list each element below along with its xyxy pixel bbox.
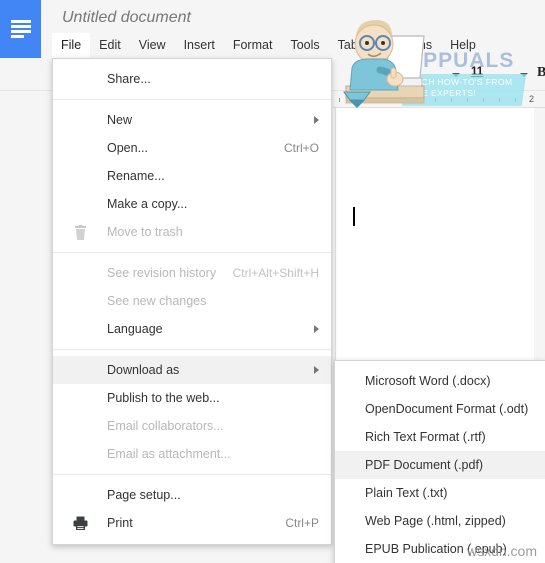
menu-item-download-as[interactable]: Download as: [53, 356, 331, 384]
chevron-down-icon[interactable]: [452, 73, 460, 77]
submenu-item-plain-text-txt[interactable]: Plain Text (.txt): [335, 479, 545, 507]
menu-item-label: Open...: [107, 141, 148, 155]
menu-item-label: See revision history: [107, 266, 217, 280]
menu-item-shortcut: Ctrl+O: [283, 141, 319, 155]
menubar-item-table[interactable]: Table: [329, 33, 377, 58]
submenu-item-web-page-html-zipped[interactable]: Web Page (.html, zipped): [335, 507, 545, 535]
menubar-item-format[interactable]: Format: [224, 33, 282, 58]
submenu-item-opendocument-format-odt[interactable]: OpenDocument Format (.odt): [335, 395, 545, 423]
submenu-item-label: Rich Text Format (.rtf): [365, 430, 486, 444]
horizontal-ruler[interactable]: 1 2: [333, 91, 545, 108]
docs-home-logo[interactable]: [0, 0, 41, 58]
page-title[interactable]: Untitled document: [62, 9, 191, 27]
font-size-selector[interactable]: 11: [471, 66, 483, 78]
menu-item-label: Make a copy...: [107, 197, 188, 211]
submenu-item-label: Web Page (.html, zipped): [365, 514, 506, 528]
menu-item-move-to-trash: Move to trash: [53, 218, 331, 246]
menu-item-label: Language: [107, 322, 163, 336]
chevron-right-icon: [314, 116, 319, 124]
menu-item-see-revision-history: See revision history Ctrl+Alt+Shift+H: [53, 259, 331, 287]
menu-separator: [53, 349, 331, 350]
printer-icon: [72, 515, 88, 531]
submenu-item-label: Microsoft Word (.docx): [365, 374, 491, 388]
submenu-item-label: PDF Document (.pdf): [365, 458, 484, 472]
menu-separator: [53, 252, 331, 253]
menu-item-open[interactable]: Open... Ctrl+O: [53, 134, 331, 162]
menubar-item-help[interactable]: Help: [441, 33, 485, 58]
docs-document-icon: [10, 20, 31, 38]
menu-item-label: Move to trash: [107, 225, 183, 239]
menu-item-share[interactable]: Share...: [53, 65, 331, 93]
menu-item-new[interactable]: New: [53, 106, 331, 134]
menu-item-shortcut: Ctrl+Alt+Shift+H: [232, 266, 319, 280]
menu-item-label: Share...: [107, 72, 151, 86]
menu-item-rename[interactable]: Rename...: [53, 162, 331, 190]
menu-item-label: See new changes: [107, 294, 207, 308]
file-menu-dropdown: Share... New Open... Ctrl+O Rename... Make a …: [52, 58, 332, 545]
menubar-item-edit[interactable]: Edit: [90, 33, 130, 58]
text-caret: [353, 207, 355, 226]
menu-item-language[interactable]: Language: [53, 315, 331, 343]
menu-item-label: Publish to the web...: [107, 391, 220, 405]
menu-item-label: Download as: [107, 363, 180, 377]
menu-item-print[interactable]: Print Ctrl+P: [53, 509, 331, 537]
menubar-item-file[interactable]: File: [52, 33, 91, 58]
menu-separator: [53, 99, 331, 100]
menubar-item-view[interactable]: View: [130, 33, 175, 58]
chevron-right-icon: [314, 366, 319, 374]
menu-item-email-as-attachment: Email as attachment...: [53, 440, 331, 468]
indent-marker-icon[interactable]: [355, 93, 367, 100]
menubar-item-insert[interactable]: Insert: [175, 33, 224, 58]
menubar: File Edit View Insert Format Tools Table Add-on…: [52, 33, 485, 58]
menu-item-label: Print: [107, 516, 133, 530]
chevron-right-icon: [314, 325, 319, 333]
submenu-item-label: EPUB Publication (.epub): [365, 542, 507, 556]
google-docs-window: Untitled document File Edit View Insert Form…: [0, 0, 545, 563]
ruler-number: 2: [529, 94, 535, 104]
menu-separator: [53, 474, 331, 475]
submenu-item-rich-text-format-rtf[interactable]: Rich Text Format (.rtf): [335, 423, 545, 451]
download-as-submenu: Microsoft Word (.docx) OpenDocument Forma…: [334, 360, 545, 563]
menu-item-page-setup[interactable]: Page setup...: [53, 481, 331, 509]
menu-item-shortcut: Ctrl+P: [285, 516, 319, 530]
menu-item-label: Email collaborators...: [107, 419, 224, 433]
trash-icon: [72, 224, 88, 240]
menubar-item-tools[interactable]: Tools: [281, 33, 328, 58]
font-family-selector[interactable]: Arial: [358, 68, 384, 80]
menubar-item-add-ons[interactable]: Add-ons: [377, 33, 442, 58]
submenu-item-microsoft-word-docx[interactable]: Microsoft Word (.docx): [335, 367, 545, 395]
submenu-item-label: Plain Text (.txt): [365, 486, 448, 500]
menu-item-email-collaborators: Email collaborators...: [53, 412, 331, 440]
menu-item-label: Rename...: [107, 169, 165, 183]
bold-button[interactable]: B: [537, 65, 545, 81]
chevron-down-icon[interactable]: [520, 73, 528, 77]
menu-item-see-new-changes: See new changes: [53, 287, 331, 315]
menu-item-label: Email as attachment...: [107, 447, 231, 461]
menu-item-publish-to-the-web[interactable]: Publish to the web...: [53, 384, 331, 412]
menu-item-make-a-copy[interactable]: Make a copy...: [53, 190, 331, 218]
submenu-item-pdf-document-pdf[interactable]: PDF Document (.pdf): [335, 451, 545, 479]
menu-item-label: Page setup...: [107, 488, 181, 502]
submenu-item-label: OpenDocument Format (.odt): [365, 402, 529, 416]
submenu-item-epub-publication-epub[interactable]: EPUB Publication (.epub): [335, 535, 545, 563]
menu-item-label: New: [107, 113, 133, 127]
